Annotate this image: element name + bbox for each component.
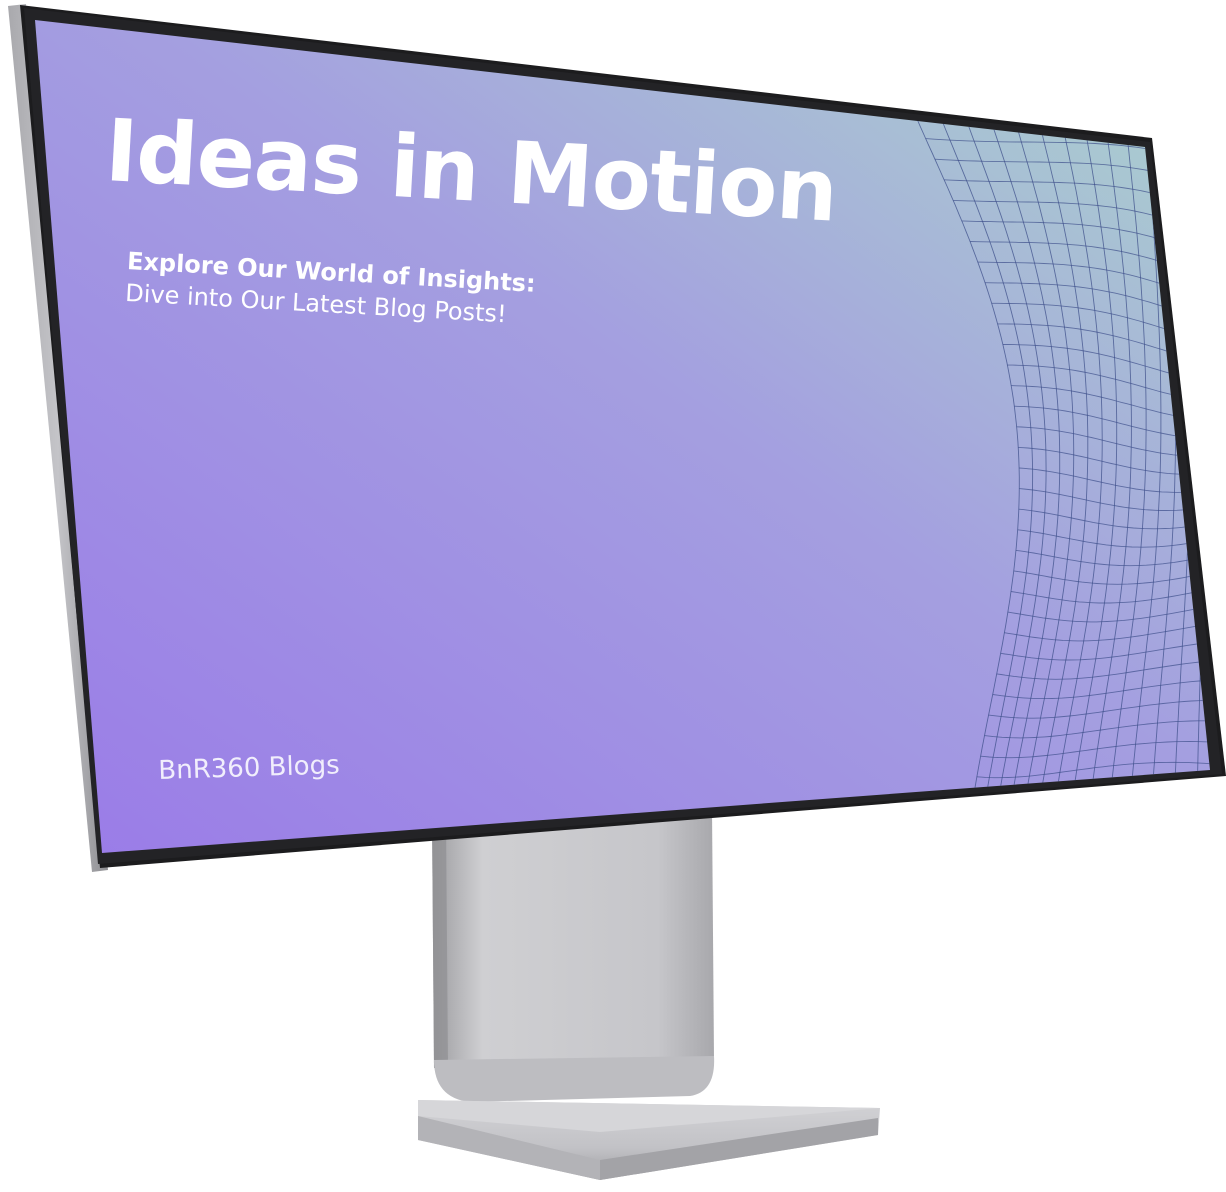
mesh-line-horizontal: [970, 803, 1210, 819]
monitor-illustration: [8, 4, 1226, 1180]
screen: [35, 20, 1210, 853]
stand: [418, 808, 880, 1180]
monitor-mockup: Ideas in Motion Explore Our World of Ins…: [0, 0, 1226, 1192]
